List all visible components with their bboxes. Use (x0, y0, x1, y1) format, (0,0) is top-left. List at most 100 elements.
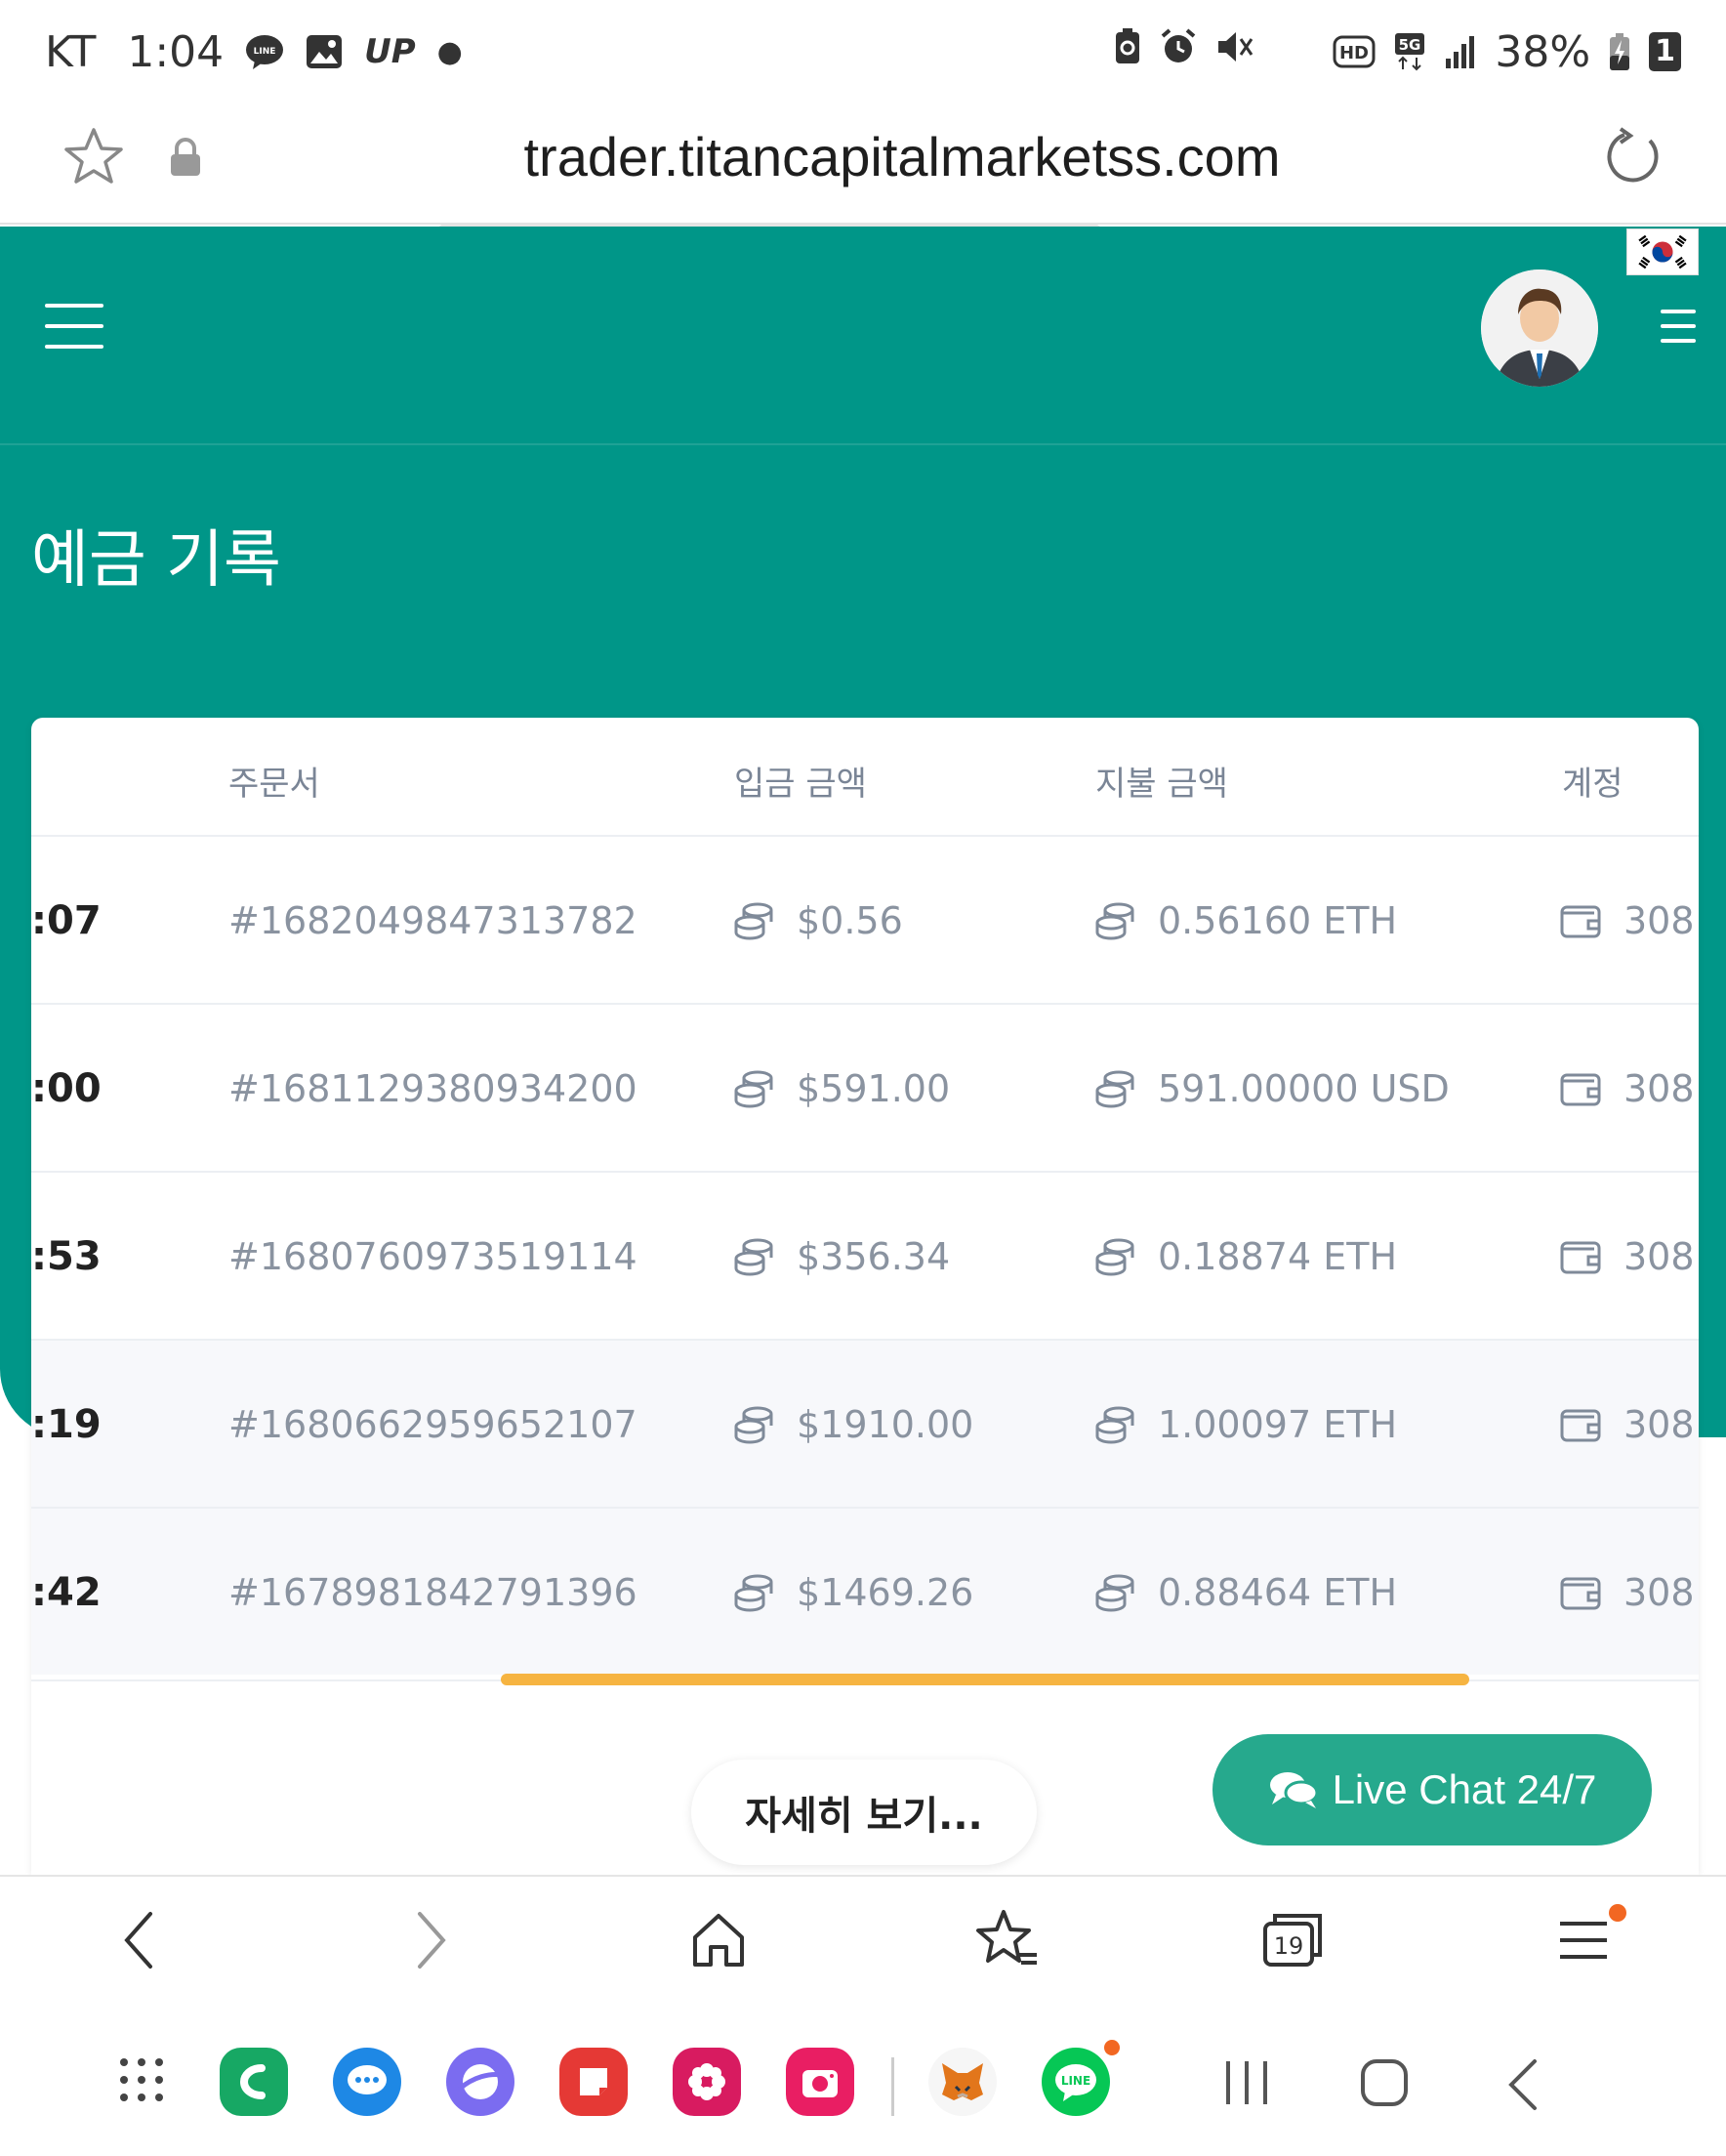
messages-app-icon[interactable] (333, 2048, 401, 2116)
row-time: :07 (31, 898, 102, 943)
camera-app-icon[interactable] (786, 2048, 854, 2116)
row-account-number: 308 (1623, 1235, 1695, 1278)
row-deposit-amount: $356.34 (797, 1235, 951, 1278)
user-avatar[interactable] (1481, 270, 1598, 387)
table-row[interactable]: :53 #1680760973519114 $356.34 0.18874 ET… (31, 1171, 1699, 1339)
row-paid-amount: 591.00000 USD (1158, 1067, 1450, 1110)
mute-icon (1214, 27, 1253, 66)
url-text[interactable]: trader.titancapitalmarketss.com (0, 125, 1726, 188)
table-row[interactable]: :19 #1680662959652107 $1910.00 1.00097 E… (31, 1339, 1699, 1507)
screen: KT 1:04 LINE UP ● HD 5G 38% 1 trader.tit… (0, 0, 1726, 2156)
gallery-notification-icon (306, 32, 343, 71)
more-notifications-dot: ● (436, 34, 463, 69)
row-account: 308 (1559, 1509, 1695, 1677)
row-account: 308 (1559, 837, 1695, 1005)
row-paid: 0.18874 ETH (1093, 1173, 1397, 1341)
page-title: 예금 기록 (31, 524, 281, 597)
row-deposit: $1910.00 (732, 1341, 973, 1509)
metamask-app-icon[interactable] (928, 2048, 997, 2116)
row-time: :42 (31, 1570, 102, 1615)
row-order-id: #1680760973519114 (228, 1235, 637, 1278)
phone-app-icon[interactable] (220, 2048, 288, 2116)
notes-app-icon[interactable] (559, 2048, 628, 2116)
bookmarks-icon[interactable] (974, 1906, 1041, 1974)
row-paid: 591.00000 USD (1093, 1005, 1450, 1173)
coins-icon (1095, 1574, 1134, 1612)
svg-text:LINE: LINE (254, 47, 276, 57)
live-chat-label: Live Chat 24/7 (1332, 1766, 1597, 1812)
coins-icon (1095, 1070, 1134, 1108)
samsung-internet-app-icon[interactable] (446, 2048, 514, 2116)
svg-text:5G: 5G (1399, 36, 1421, 54)
menu-icon[interactable] (45, 304, 103, 349)
coins-icon (734, 1406, 773, 1444)
coins-icon (734, 1574, 773, 1612)
row-deposit: $0.56 (732, 837, 903, 1005)
secondary-menu-icon[interactable] (1661, 310, 1696, 343)
battery-saver-icon (1113, 27, 1142, 66)
tabs-icon[interactable]: 19 (1261, 1906, 1328, 1974)
row-paid-amount: 0.56160 ETH (1158, 899, 1398, 942)
hd-voice-icon: HD (1333, 32, 1376, 71)
sim-slot-badge: 1 (1649, 32, 1681, 71)
back-icon[interactable] (115, 1906, 162, 1974)
table-row[interactable]: :07 #1682049847313782 $0.56 0.56160 ETH … (31, 835, 1699, 1003)
row-deposit-amount: $1469.26 (797, 1571, 974, 1614)
status-bar: KT 1:04 LINE UP ● HD 5G 38% 1 (0, 0, 1726, 104)
tabs-count: 19 (1274, 1932, 1304, 1960)
app-drawer-icon[interactable] (119, 2057, 164, 2102)
horizontal-scrollbar[interactable] (501, 1674, 1469, 1685)
browser-menu-icon[interactable] (1556, 1906, 1615, 1974)
wallet-icon (1560, 905, 1601, 938)
home-button-icon[interactable] (1359, 2057, 1410, 2108)
wallet-icon (1560, 1241, 1601, 1274)
row-paid: 0.88464 ETH (1093, 1509, 1397, 1677)
row-account-number: 308 (1623, 1571, 1695, 1614)
row-account: 308 (1559, 1005, 1695, 1173)
forward-icon[interactable] (408, 1906, 455, 1974)
wallet-icon (1560, 1073, 1601, 1106)
address-bar: trader.titancapitalmarketss.com (0, 104, 1726, 225)
svg-text:LINE: LINE (1061, 2074, 1090, 2088)
coins-icon (734, 1070, 773, 1108)
table-row[interactable]: :42 #1678981842791396 $1469.26 0.88464 E… (31, 1507, 1699, 1675)
row-paid-amount: 1.00097 ETH (1158, 1403, 1398, 1446)
row-deposit: $356.34 (732, 1173, 950, 1341)
row-account-number: 308 (1623, 899, 1695, 942)
row-deposit: $591.00 (732, 1005, 950, 1173)
coins-icon (1095, 902, 1134, 940)
coins-icon (734, 1238, 773, 1276)
row-paid-amount: 0.88464 ETH (1158, 1571, 1398, 1614)
row-deposit-amount: $591.00 (797, 1067, 951, 1110)
browser-toolbar: 19 (0, 1875, 1726, 2016)
line-app-icon[interactable]: LINE (1042, 2048, 1110, 2116)
row-deposit-amount: $1910.00 (797, 1403, 974, 1446)
svg-text:HD: HD (1339, 43, 1369, 63)
row-time: :53 (31, 1234, 102, 1279)
row-order-id: #1678981842791396 (228, 1571, 637, 1614)
row-account-number: 308 (1623, 1403, 1695, 1446)
column-header-deposit-amount: 입금 금액 (734, 765, 867, 804)
wallet-icon (1560, 1409, 1601, 1442)
table-row[interactable]: :00 #1681129380934200 $591.00 591.00000 … (31, 1003, 1699, 1171)
view-more-button[interactable]: 자세히 보기... (691, 1760, 1037, 1865)
korean-flag-icon[interactable] (1626, 228, 1699, 275)
row-account: 308 (1559, 1341, 1695, 1509)
home-icon[interactable] (687, 1906, 750, 1974)
row-deposit-amount: $0.56 (797, 899, 903, 942)
menu-notification-dot (1609, 1904, 1626, 1922)
row-order-id: #1682049847313782 (228, 899, 637, 942)
column-header-paid-amount: 지불 금액 (1095, 765, 1228, 804)
row-account: 308 (1559, 1173, 1695, 1341)
recent-apps-icon[interactable] (1222, 2057, 1271, 2108)
row-time: :19 (31, 1402, 102, 1447)
network-5g-icon: 5G (1393, 32, 1426, 71)
line-notification-icon: LINE (245, 32, 284, 71)
chat-bubbles-icon (1269, 1772, 1319, 1808)
system-back-icon[interactable] (1503, 2057, 1542, 2112)
battery-percentage: 38% (1495, 26, 1591, 77)
gallery-app-icon[interactable] (673, 2048, 741, 2116)
carrier-label: KT (45, 26, 97, 77)
live-chat-button[interactable]: Live Chat 24/7 (1212, 1734, 1652, 1845)
reload-icon[interactable] (1601, 125, 1664, 187)
